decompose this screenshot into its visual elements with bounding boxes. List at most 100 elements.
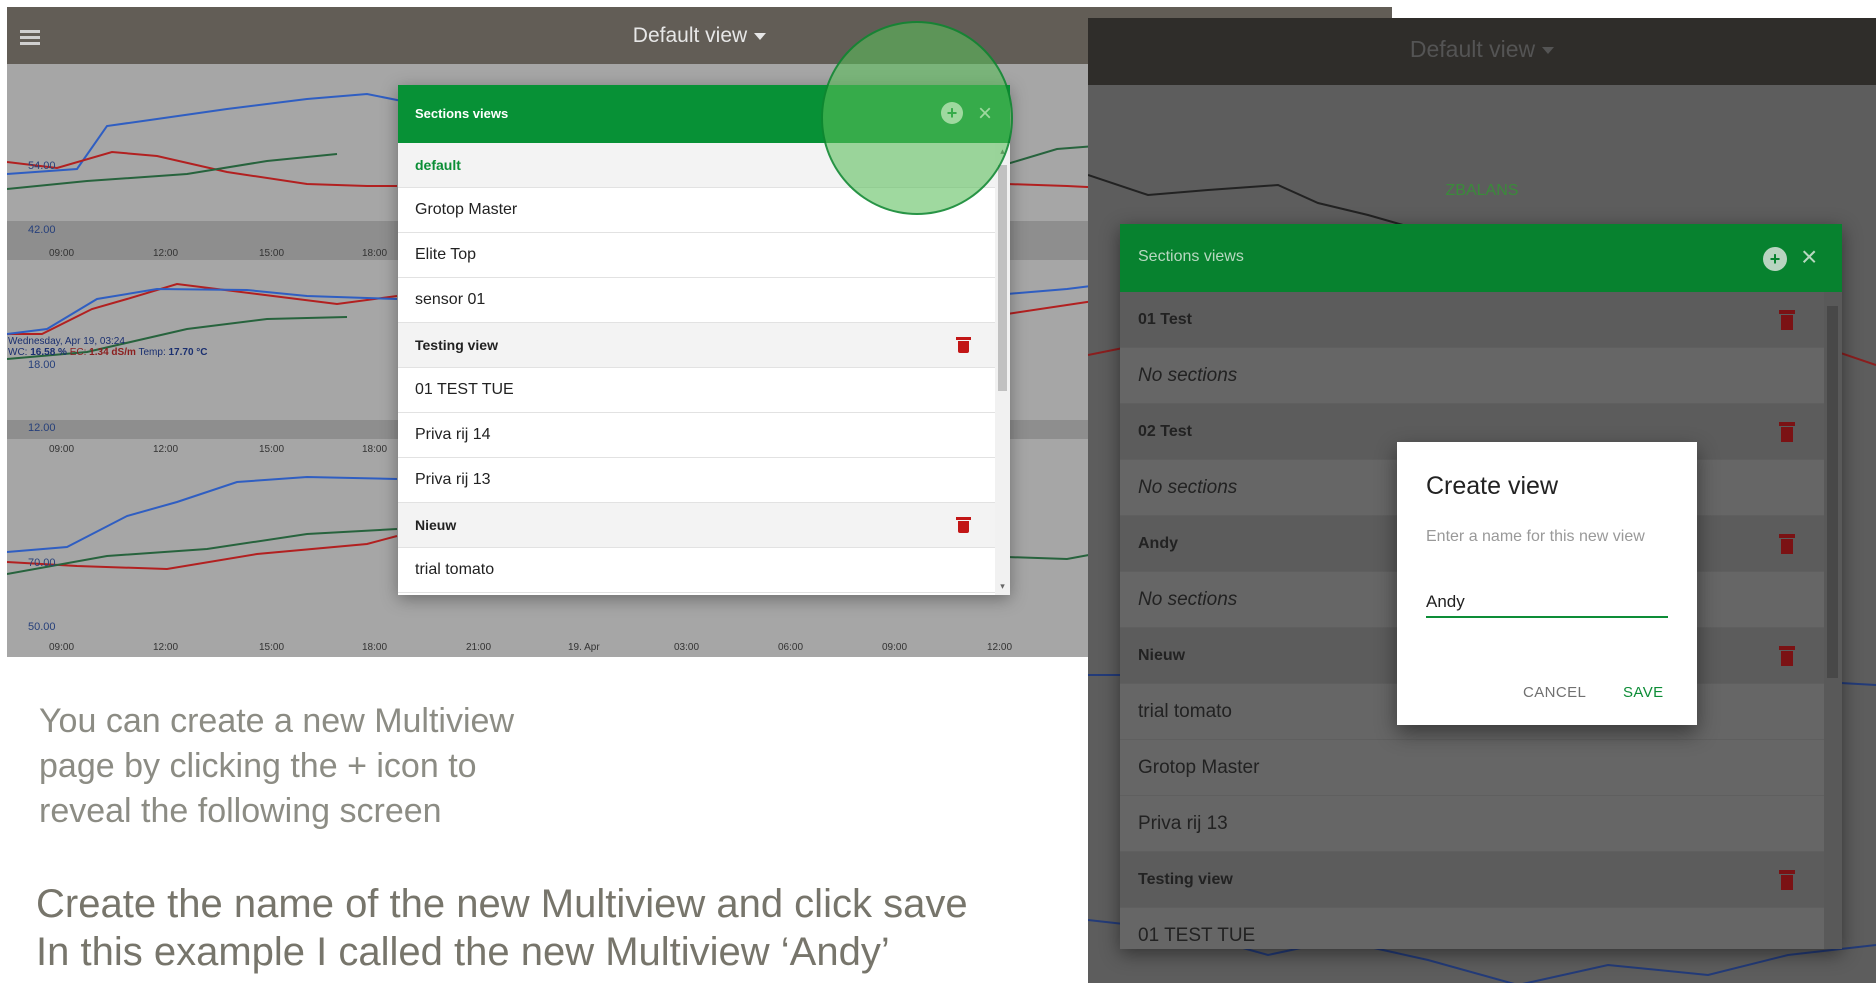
scroll-thumb[interactable] xyxy=(1827,306,1838,678)
instruction-line-2: page by clicking the + icon to xyxy=(39,747,477,785)
view-group-label: default xyxy=(415,157,461,173)
tick-label: 06:00 xyxy=(778,642,804,653)
section-label: ZBALANS xyxy=(1445,182,1519,199)
list-item[interactable]: 01 Test xyxy=(1120,292,1842,348)
view-label: 01 TEST TUE xyxy=(415,381,514,398)
empty-section-label: No sections xyxy=(1138,588,1238,610)
chart-axis-label: 18.00 xyxy=(28,359,56,371)
chart-axis-label: 50.00 xyxy=(28,621,56,633)
trash-icon[interactable] xyxy=(1779,870,1795,890)
view-group-label: Testing view xyxy=(1138,870,1233,888)
scrollbar[interactable] xyxy=(1824,292,1842,949)
list-item[interactable]: Grotop Master xyxy=(1120,740,1842,796)
cancel-button[interactable]: CANCEL xyxy=(1523,684,1586,701)
view-label: trial tomato xyxy=(415,561,495,578)
tick-label: 09:00 xyxy=(882,642,908,653)
view-label: Priva rij 13 xyxy=(415,471,491,488)
tick-label: 12:00 xyxy=(153,248,179,259)
tick-label: 15:00 xyxy=(259,248,285,259)
view-selector[interactable]: Default view xyxy=(1088,36,1876,63)
list-item[interactable]: trial tomato xyxy=(398,548,1010,593)
scroll-down-icon[interactable]: ▾ xyxy=(998,582,1007,591)
scroll-thumb[interactable] xyxy=(998,165,1007,391)
scrollbar[interactable]: ▴ ▾ xyxy=(995,143,1010,595)
empty-section-label: No sections xyxy=(1138,364,1238,386)
close-icon[interactable]: × xyxy=(1801,243,1817,271)
view-name-input[interactable] xyxy=(1426,588,1668,618)
right-screenshot: Default view ZBALANS Sections views + × … xyxy=(1088,18,1876,983)
list-item[interactable]: Nieuw xyxy=(398,503,1010,548)
tick-label: 18:00 xyxy=(362,642,388,653)
list-item[interactable]: Testing view xyxy=(398,323,1010,368)
instruction-line-4: Create the name of the new Multiview and… xyxy=(36,882,968,926)
trash-icon[interactable] xyxy=(1779,534,1795,554)
tick-label: 09:00 xyxy=(49,444,75,455)
instruction-line-3: reveal the following screen xyxy=(39,792,442,830)
dialog-header: Sections views + × xyxy=(1120,224,1842,292)
trash-icon[interactable] xyxy=(1779,310,1795,330)
plus-icon-highlight xyxy=(821,21,1013,215)
view-group-label: Andy xyxy=(1138,534,1178,552)
view-label: Priva rij 14 xyxy=(415,426,491,443)
wc-value: 16.58 % xyxy=(30,347,67,358)
list-item[interactable]: 01 TEST TUE xyxy=(1120,908,1842,949)
view-label: 01 TEST TUE xyxy=(1138,924,1256,946)
trash-icon[interactable] xyxy=(956,517,971,533)
trash-icon[interactable] xyxy=(1779,646,1795,666)
temp-label: Temp: xyxy=(138,347,166,358)
view-label: Grotop Master xyxy=(1138,756,1260,778)
create-view-hint: Enter a name for this new view xyxy=(1426,528,1645,545)
tick-label: 09:00 xyxy=(49,642,75,653)
chart-axis-label: 70.00 xyxy=(28,557,56,569)
tick-label: 21:00 xyxy=(466,642,492,653)
tick-label: 18:00 xyxy=(362,444,388,455)
view-label: Grotop Master xyxy=(415,201,518,218)
view-group-label: Nieuw xyxy=(415,517,457,533)
create-view-dialog: Create view Enter a name for this new vi… xyxy=(1397,442,1697,725)
view-label: trial tomato xyxy=(1138,700,1232,722)
chart-axis-label: 54.00 xyxy=(28,160,56,172)
dialog-title: Sections views xyxy=(1138,248,1244,265)
chart-date: Wednesday, Apr 19, 03:24 xyxy=(8,336,125,347)
chart-status: Wednesday, Apr 19, 03:24 WC: 16.58 % EC:… xyxy=(8,336,208,358)
list-item[interactable]: Testing view xyxy=(1120,852,1842,908)
list-item[interactable]: 01 TEST TUE xyxy=(398,368,1010,413)
tick-label: 09:00 xyxy=(49,248,75,259)
tick-label: 15:00 xyxy=(259,642,285,653)
tick-label: 12:00 xyxy=(153,444,179,455)
view-group-label: Nieuw xyxy=(1138,646,1186,664)
view-label: sensor 01 xyxy=(415,291,486,308)
list-item[interactable]: sensor 01 xyxy=(398,278,1010,323)
list-item[interactable]: Priva rij 13 xyxy=(1120,796,1842,852)
wc-label: WC: xyxy=(8,347,28,358)
tick-label: 15:00 xyxy=(259,444,285,455)
trash-icon[interactable] xyxy=(1779,422,1795,442)
list-item[interactable]: Priva rij 13 xyxy=(398,458,1010,503)
list-item[interactable]: Priva rij 14 xyxy=(398,413,1010,458)
list-item[interactable]: Elite Top xyxy=(398,233,1010,278)
empty-section-label: No sections xyxy=(1138,476,1238,498)
view-label: Priva rij 13 xyxy=(1138,812,1228,834)
caret-down-icon xyxy=(754,32,767,40)
caret-down-icon xyxy=(1542,47,1555,55)
right-top-bar: Default view xyxy=(1088,18,1876,85)
create-view-title: Create view xyxy=(1426,472,1558,500)
view-group-label: 01 Test xyxy=(1138,310,1192,328)
view-group-label: Testing view xyxy=(415,337,498,353)
ec-value: 1.34 dS/m xyxy=(89,347,136,358)
tick-label: 19. Apr xyxy=(568,642,600,653)
trash-icon[interactable] xyxy=(956,337,971,353)
temp-value: 17.70 °C xyxy=(168,347,208,358)
dialog-title: Sections views xyxy=(415,106,509,121)
tick-label: 18:00 xyxy=(362,248,388,259)
save-button[interactable]: SAVE xyxy=(1623,684,1664,701)
view-group-label: 02 Test xyxy=(1138,422,1192,440)
instruction-line-1: You can create a new Multiview xyxy=(39,702,515,740)
add-view-icon[interactable]: + xyxy=(1763,247,1787,271)
tick-label: 12:00 xyxy=(153,642,179,653)
view-title: Default view xyxy=(1409,36,1536,62)
chart-axis-label: 12.00 xyxy=(28,422,56,434)
view-title: Default view xyxy=(632,24,748,47)
list-item: No sections xyxy=(1120,348,1842,404)
chart-axis-label: 42.00 xyxy=(28,224,56,236)
